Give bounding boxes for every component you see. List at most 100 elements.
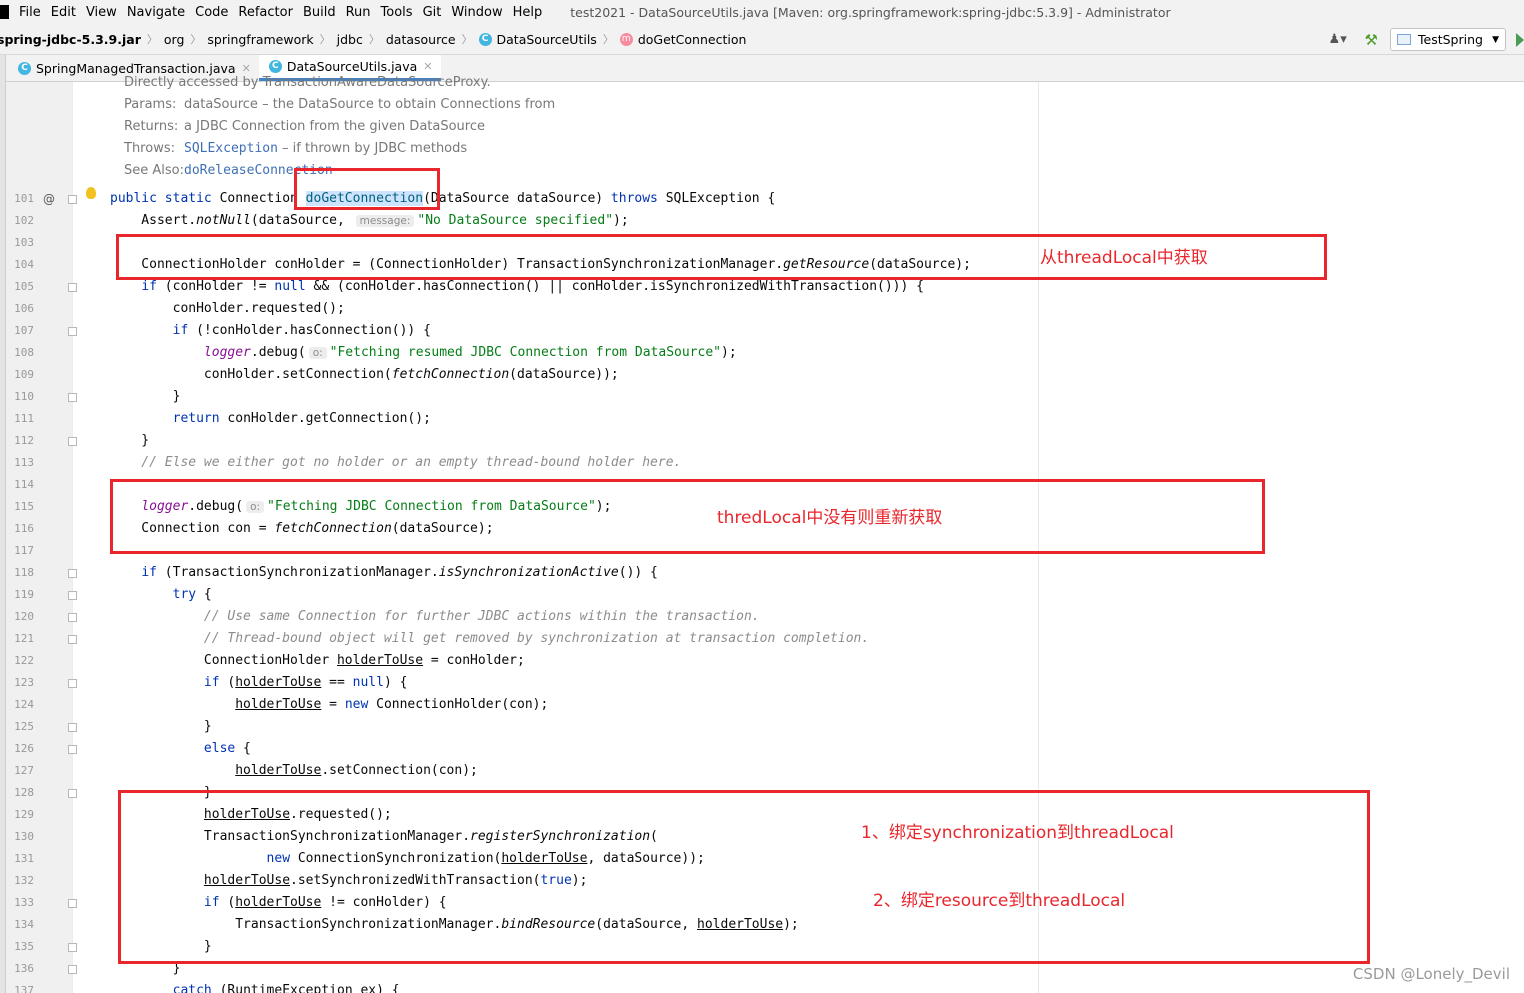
- code-line-122[interactable]: ConnectionHolder holderToUse = conHolder…: [110, 650, 525, 672]
- code-line-121[interactable]: // Thread-bound object will get removed …: [110, 628, 869, 650]
- annotation-note-4: 2、绑定resource到threadLocal: [873, 891, 1126, 911]
- code-line-125[interactable]: }: [110, 716, 212, 738]
- menu-help[interactable]: Help: [513, 5, 543, 20]
- fold-marker[interactable]: [68, 943, 77, 952]
- fold-marker[interactable]: [68, 591, 77, 600]
- code-token: new: [344, 697, 369, 712]
- run-configuration-select[interactable]: TestSpring ▼: [1390, 28, 1506, 51]
- code-line-106[interactable]: conHolder.requested();: [110, 298, 345, 320]
- menu-tools[interactable]: Tools: [381, 5, 413, 20]
- menu-file[interactable]: File: [19, 5, 41, 20]
- javadoc-params-label: Params:: [124, 97, 177, 112]
- line-number: 110: [14, 390, 34, 403]
- fold-marker[interactable]: [68, 635, 77, 644]
- menu-navigate[interactable]: Navigate: [127, 5, 185, 20]
- user-dropdown-icon[interactable]: ♟▾: [1329, 32, 1351, 48]
- line-number: 103: [14, 236, 34, 249]
- code-line-102[interactable]: Assert.notNull(dataSource, message: "No D…: [110, 210, 628, 232]
- menu-git[interactable]: Git: [423, 5, 442, 20]
- code-token: .debug(: [250, 345, 306, 360]
- line-number: 133: [14, 896, 34, 909]
- breadcrumb-jdbc[interactable]: jdbc: [337, 32, 363, 47]
- class-icon: C: [18, 61, 31, 75]
- line-number: 108: [14, 346, 34, 359]
- fold-marker[interactable]: [68, 613, 77, 622]
- code-token: (DataSource dataSource): [423, 191, 611, 206]
- fold-marker[interactable]: [68, 327, 77, 336]
- code-token: holderToUse: [235, 763, 322, 778]
- breadcrumb-method-label: doGetConnection: [637, 31, 747, 47]
- line-number: 109: [14, 368, 34, 381]
- code-line-124[interactable]: holderToUse = new ConnectionHolder(con);: [110, 694, 548, 716]
- breadcrumb-class[interactable]: C DataSourceUtils: [478, 32, 597, 47]
- javadoc-params-text: dataSource – the DataSource to obtain Co…: [184, 97, 556, 112]
- line-number: 104: [14, 258, 34, 271]
- code-line-108[interactable]: logger.debug(o: "Fetching resumed JDBC Co…: [110, 342, 737, 364]
- fold-marker[interactable]: [68, 195, 77, 204]
- breadcrumb-datasource[interactable]: datasource: [386, 32, 456, 47]
- code-line-110[interactable]: }: [110, 386, 181, 408]
- menu-refactor[interactable]: Refactor: [238, 5, 293, 20]
- code-line-112[interactable]: }: [110, 430, 149, 452]
- code-token: ConnectionHolder(con);: [368, 697, 549, 712]
- fold-marker[interactable]: [68, 899, 77, 908]
- code-line-118[interactable]: if (TransactionSynchronizationManager.is…: [110, 562, 658, 584]
- code-token: null: [352, 675, 384, 690]
- fold-marker[interactable]: [68, 789, 77, 798]
- breadcrumb-jar[interactable]: spring-jdbc-5.3.9.jar: [0, 32, 141, 47]
- breadcrumb-springframework[interactable]: springframework: [207, 32, 313, 47]
- line-number: 113: [14, 456, 34, 469]
- menu-window[interactable]: Window: [451, 5, 502, 20]
- code-line-127[interactable]: holderToUse.setConnection(con);: [110, 760, 478, 782]
- fold-marker[interactable]: [68, 437, 77, 446]
- menu-code[interactable]: Code: [195, 5, 228, 20]
- javadoc-throws-link[interactable]: SQLException: [184, 141, 278, 156]
- code-line-123[interactable]: if (holderToUse == null) {: [110, 672, 408, 694]
- code-token: try: [172, 587, 197, 602]
- code-line-107[interactable]: if (!conHolder.hasConnection()) {: [110, 320, 431, 342]
- fold-marker[interactable]: [68, 393, 77, 402]
- menu-build[interactable]: Build: [303, 5, 336, 20]
- override-at-icon[interactable]: @: [43, 188, 55, 210]
- code-token: "Fetching resumed JDBC Connection from D…: [329, 345, 721, 360]
- breadcrumb-method[interactable]: m doGetConnection: [619, 31, 747, 47]
- javadoc-throws-text: – if thrown by JDBC methods: [277, 141, 468, 156]
- fold-marker[interactable]: [68, 283, 77, 292]
- code-token: = conHolder;: [423, 653, 525, 668]
- toolbar-right: ♟▾ ⚒ TestSpring ▼: [1329, 24, 1524, 55]
- code-token: (RuntimeException ex) {: [211, 983, 400, 993]
- code-line-120[interactable]: // Use same Connection for further JDBC …: [110, 606, 760, 628]
- code-line-119[interactable]: try {: [110, 584, 212, 606]
- code-line-113[interactable]: // Else we either got no holder or an em…: [110, 452, 681, 474]
- code-line-109[interactable]: conHolder.setConnection(fetchConnection(…: [110, 364, 619, 386]
- code-line-126[interactable]: else {: [110, 738, 251, 760]
- code-line-101[interactable]: public static Connection doGetConnection…: [110, 188, 775, 210]
- fold-marker[interactable]: [68, 723, 77, 732]
- run-icon[interactable]: [1516, 32, 1524, 47]
- line-number: 136: [14, 962, 34, 975]
- line-number: 120: [14, 610, 34, 623]
- code-token: ==: [321, 675, 353, 690]
- code-token: (dataSource,: [250, 213, 353, 228]
- code-token: if: [203, 675, 220, 690]
- fold-marker[interactable]: [68, 745, 77, 754]
- menu-edit[interactable]: Edit: [51, 5, 76, 20]
- menu-view[interactable]: View: [86, 5, 117, 20]
- javadoc-see-label: See Also:: [124, 163, 184, 178]
- menu-run[interactable]: Run: [346, 5, 371, 20]
- build-hammer-icon[interactable]: ⚒: [1365, 31, 1378, 49]
- code-line-137[interactable]: catch (RuntimeException ex) {: [110, 980, 400, 993]
- breadcrumb-org[interactable]: org: [164, 32, 185, 47]
- code-token: return: [172, 411, 220, 426]
- fold-marker[interactable]: [68, 679, 77, 688]
- line-number: 118: [14, 566, 34, 579]
- fold-marker[interactable]: [68, 569, 77, 578]
- code-line-111[interactable]: return conHolder.getConnection();: [110, 408, 431, 430]
- lightbulb-icon[interactable]: [86, 187, 96, 199]
- code-token: conHolder.requested();: [110, 301, 345, 316]
- run-configuration-label: TestSpring: [1418, 32, 1483, 47]
- fold-marker[interactable]: [68, 965, 77, 974]
- annotation-box-fetch: [110, 479, 1265, 554]
